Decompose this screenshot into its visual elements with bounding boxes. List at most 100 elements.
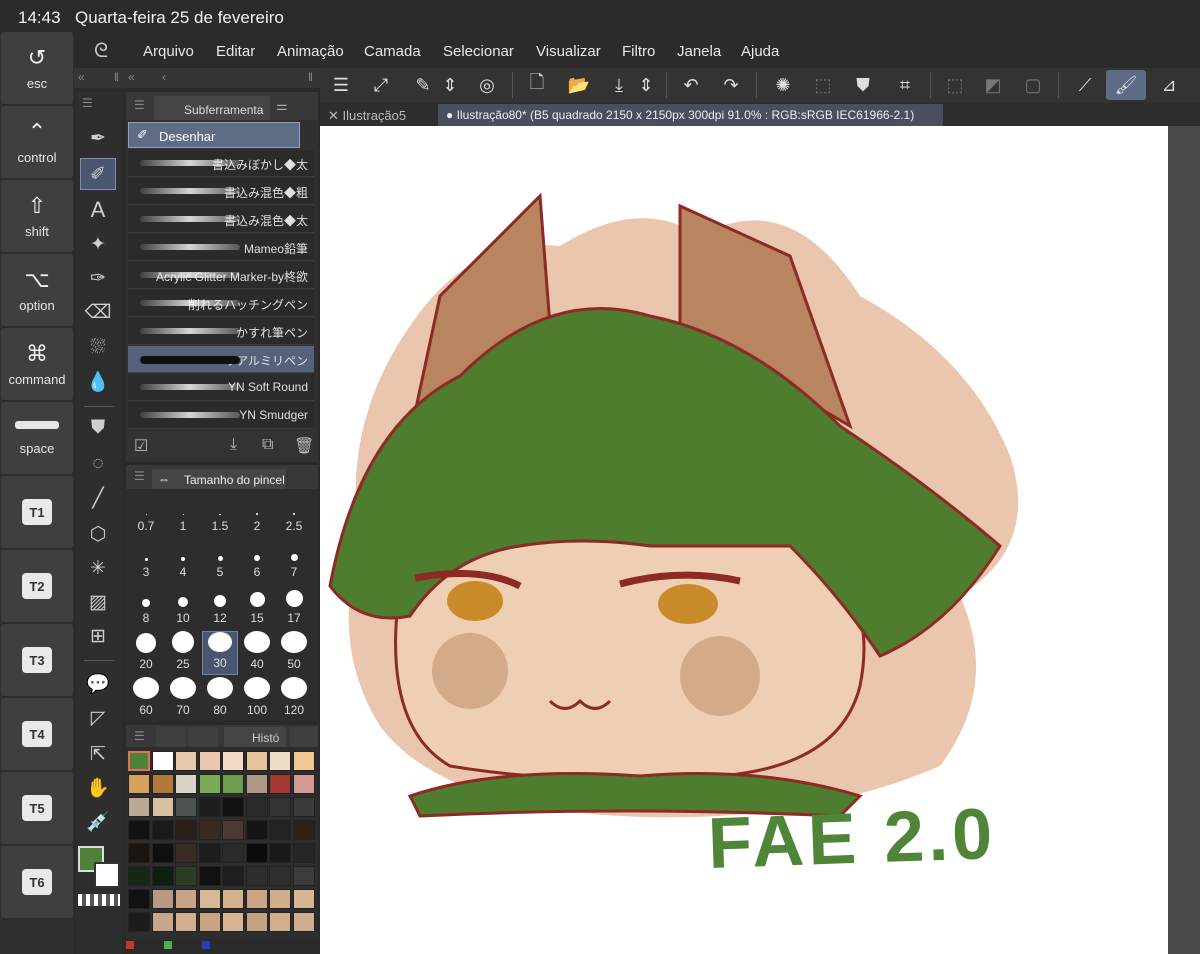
save-icon[interactable]: ⤓ <box>602 70 636 100</box>
color-swatch[interactable] <box>151 797 174 817</box>
color-swatch[interactable] <box>292 820 315 840</box>
color-swatch[interactable] <box>175 820 197 840</box>
hand-tool-icon[interactable]: ✋ <box>80 772 116 804</box>
menu-arquivo[interactable]: Arquivo <box>143 43 194 60</box>
color-swatch[interactable] <box>128 843 150 863</box>
color-swatch[interactable] <box>198 774 221 794</box>
perspective-snap-icon[interactable]: ⊿ <box>1152 70 1186 100</box>
clear-selection-icon[interactable]: ▢ <box>1016 70 1050 100</box>
tab-subferramenta[interactable]: Subferramenta <box>154 96 270 120</box>
fit-canvas-icon[interactable]: ⤢ <box>364 70 398 100</box>
color-swatch[interactable] <box>128 751 150 771</box>
color-swatch[interactable] <box>128 774 150 794</box>
panel-menu-icon[interactable]: ☰ <box>134 729 145 743</box>
spiral-icon[interactable]: ◎ <box>470 70 504 100</box>
esc-key[interactable]: ↺ esc <box>1 32 73 104</box>
panel-menu-icon[interactable]: ☰ <box>134 98 145 112</box>
color-swatch[interactable] <box>151 843 174 863</box>
3d-object-tool-icon[interactable]: ⬡ <box>80 518 116 550</box>
color-swatch[interactable] <box>245 866 268 886</box>
color-swatch[interactable] <box>222 751 244 771</box>
tab-ilustracao80[interactable]: ● Ilustração80* (B5 quadrado 2150 x 2150… <box>438 104 943 126</box>
color-swatch[interactable] <box>128 820 150 840</box>
color-swatch[interactable] <box>269 820 291 840</box>
tab-color-wheel[interactable] <box>156 727 186 747</box>
collapse-left-icon[interactable]: « <box>128 70 135 84</box>
color-swatch[interactable] <box>222 843 244 863</box>
tab-ilustracao5[interactable]: ✕ Ilustração5 <box>320 104 434 126</box>
gradient-tool-icon[interactable]: ▨ <box>80 586 116 618</box>
brush-size-option[interactable]: 1 <box>165 493 201 537</box>
menu-animacao[interactable]: Animação <box>277 43 344 60</box>
menu-ajuda[interactable]: Ajuda <box>741 43 779 60</box>
brush-size-option[interactable]: 30 <box>202 631 238 675</box>
color-swatch[interactable] <box>245 912 268 932</box>
brush-item[interactable]: YN Smudger <box>128 402 314 429</box>
color-swatch[interactable] <box>175 866 197 886</box>
select-all-icon[interactable]: ⬚ <box>806 70 840 100</box>
color-swatch[interactable] <box>245 820 268 840</box>
color-swatch[interactable] <box>269 866 291 886</box>
collapse-left-icon[interactable]: « <box>78 70 85 84</box>
brush-size-option[interactable]: 1.5 <box>202 493 238 537</box>
tab-color-set[interactable] <box>290 727 318 747</box>
close-icon[interactable]: ✕ <box>328 108 339 123</box>
menu-filtro[interactable]: Filtro <box>622 43 655 60</box>
chevron-left-icon[interactable]: ‹ <box>162 70 166 84</box>
tab-color-slider[interactable] <box>188 727 218 747</box>
color-swatch[interactable] <box>198 843 221 863</box>
color-swatch[interactable] <box>151 889 174 909</box>
brush-item[interactable]: 書込み混色◆太 <box>128 206 314 233</box>
color-swatch[interactable] <box>269 843 291 863</box>
open-folder-icon[interactable]: 📂 <box>562 70 596 100</box>
undo-icon[interactable]: ↶ <box>674 70 708 100</box>
brush-size-option[interactable]: 12 <box>202 585 238 629</box>
color-swatch[interactable] <box>198 866 221 886</box>
color-swatch[interactable] <box>245 751 268 771</box>
shortcut-key-t3[interactable]: T3 <box>1 624 73 696</box>
color-swatch[interactable] <box>151 866 174 886</box>
brush-size-option[interactable]: 120 <box>276 677 312 721</box>
redo-icon[interactable]: ↷ <box>714 70 748 100</box>
color-swatch[interactable] <box>175 889 197 909</box>
color-swatch[interactable] <box>222 797 244 817</box>
crop-icon[interactable]: ⌗ <box>888 70 922 100</box>
space-key[interactable]: space <box>1 402 73 474</box>
color-swatch[interactable] <box>292 774 315 794</box>
eyedropper-tool-icon[interactable]: 💉 <box>80 806 116 838</box>
airbrush-tool-icon[interactable]: ⛆ <box>80 332 116 364</box>
color-swatch[interactable] <box>198 912 221 932</box>
brush-item[interactable]: Acrylic Glitter Marker-by柊欲 <box>128 262 314 289</box>
brush-size-option[interactable]: 7 <box>276 539 312 583</box>
drawing-canvas[interactable]: FAE 2.0 <box>320 126 1168 954</box>
color-swatch[interactable] <box>245 889 268 909</box>
brush-item[interactable]: YN Soft Round <box>128 374 314 401</box>
color-swatch[interactable] <box>245 843 268 863</box>
menu-visualizar[interactable]: Visualizar <box>536 43 601 60</box>
brush-size-option[interactable]: 4 <box>165 539 201 583</box>
brush-size-option[interactable]: 25 <box>165 631 201 675</box>
object-select-tool-icon[interactable]: ⇱ <box>80 738 116 770</box>
color-swatch[interactable] <box>292 912 315 932</box>
brush-item[interactable]: 削れるハッチングペン <box>128 290 314 317</box>
control-key[interactable]: ⌃ control <box>1 106 73 178</box>
color-swatch[interactable] <box>128 889 150 909</box>
color-swatch[interactable] <box>292 866 315 886</box>
text-tool-icon[interactable]: A <box>80 194 116 226</box>
eraser-tool-icon[interactable]: ⌫ <box>80 296 116 328</box>
shortcut-key-t2[interactable]: T2 <box>1 550 73 622</box>
panel-menu-icon[interactable]: ☰ <box>82 96 93 110</box>
menu-editar[interactable]: Editar <box>216 43 255 60</box>
brush-size-option[interactable]: 40 <box>239 631 275 675</box>
color-swatch[interactable] <box>222 774 244 794</box>
fill-tool-icon[interactable]: ⛊ <box>80 412 116 444</box>
pen-tool-icon[interactable]: ✒ <box>80 122 116 154</box>
trash-icon[interactable]: 🗑 <box>294 436 314 456</box>
brush-size-option[interactable]: 3 <box>128 539 164 583</box>
brush-snap-icon[interactable]: 🖌 <box>1106 70 1146 100</box>
color-swatch[interactable] <box>222 912 244 932</box>
color-swatch[interactable] <box>151 751 174 771</box>
brush-item[interactable]: Mameo鉛筆 <box>128 234 314 261</box>
brush-size-option[interactable]: 8 <box>128 585 164 629</box>
clip-studio-logo-icon[interactable]: ᘓ <box>94 40 108 63</box>
